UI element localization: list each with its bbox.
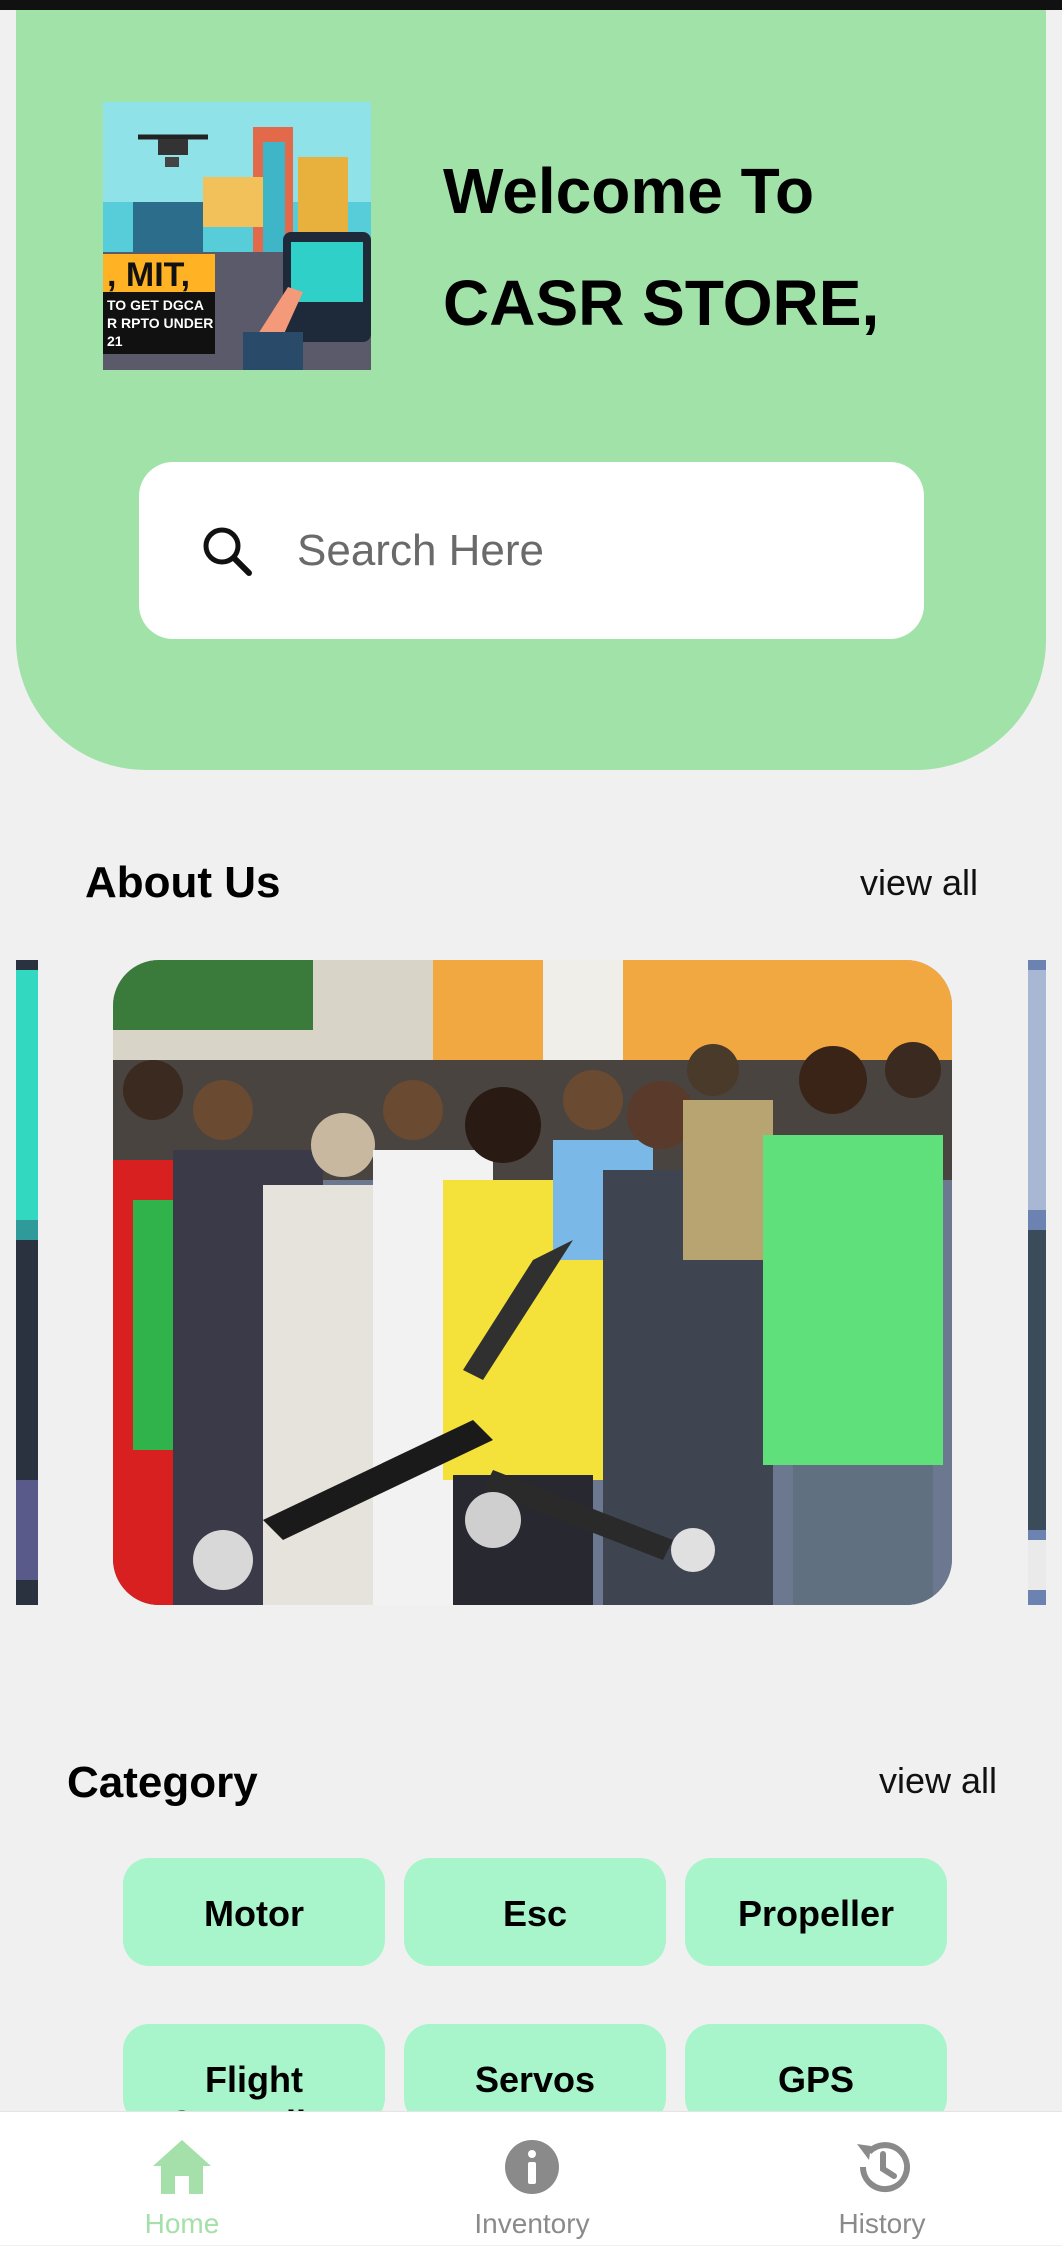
welcome-line-1: Welcome To [443, 155, 815, 227]
nav-label-home: Home [144, 2208, 220, 2239]
nav-item-inventory[interactable]: Inventory [432, 2112, 632, 2246]
info-icon [505, 2140, 559, 2194]
next-slide-image [1028, 960, 1046, 1605]
svg-text:TO GET DGCA: TO GET DGCA [107, 297, 204, 313]
svg-text:R RPTO UNDER: R RPTO UNDER [107, 315, 213, 331]
banner-image[interactable]: , MIT, TO GET DGCA R RPTO UNDER 21 [103, 102, 371, 370]
bottom-navigation: Home Inventory History [0, 2111, 1062, 2245]
search-input[interactable]: Search Here [297, 526, 544, 576]
carousel-next-slide[interactable] [1028, 960, 1046, 1605]
search-icon[interactable] [197, 521, 257, 581]
group-photo-image [113, 960, 952, 1605]
category-chip-flight-controller[interactable]: Flight Controller [123, 2024, 385, 2124]
prev-slide-image [16, 960, 38, 1605]
welcome-heading: Welcome To CASR STORE, [443, 135, 1003, 359]
search-bar[interactable]: Search Here [139, 462, 924, 639]
svg-text:, MIT,: , MIT, [107, 256, 190, 294]
category-chip-propeller[interactable]: Propeller [685, 1858, 947, 1966]
about-us-view-all-link[interactable]: view all [860, 862, 978, 904]
about-us-carousel[interactable] [16, 960, 1046, 1605]
home-icon [153, 2140, 211, 2194]
category-view-all-link[interactable]: view all [879, 1760, 997, 1802]
category-title: Category [67, 1758, 258, 1807]
status-bar [0, 0, 1062, 10]
category-chip-gps[interactable]: GPS [685, 2024, 947, 2124]
category-chip-motor[interactable]: Motor [123, 1858, 385, 1966]
category-chip-servos[interactable]: Servos [404, 2024, 666, 2124]
header-panel: , MIT, TO GET DGCA R RPTO UNDER 21 Welco… [16, 10, 1046, 770]
svg-text:21: 21 [107, 333, 123, 349]
history-icon [857, 2142, 910, 2193]
home-screen: , MIT, TO GET DGCA R RPTO UNDER 21 Welco… [16, 10, 1046, 2245]
nav-item-home[interactable]: Home [82, 2112, 282, 2246]
welcome-line-2: CASR STORE, [443, 267, 880, 339]
nav-item-history[interactable]: History [782, 2112, 982, 2246]
category-chip-esc[interactable]: Esc [404, 1858, 666, 1966]
nav-label-history: History [838, 2208, 926, 2239]
about-us-title: About Us [85, 858, 281, 907]
carousel-prev-slide[interactable] [16, 960, 38, 1605]
banner-illustration: , MIT, TO GET DGCA R RPTO UNDER 21 [103, 102, 371, 370]
nav-label-inventory: Inventory [474, 2208, 590, 2239]
about-us-slide-photo[interactable] [113, 960, 952, 1605]
